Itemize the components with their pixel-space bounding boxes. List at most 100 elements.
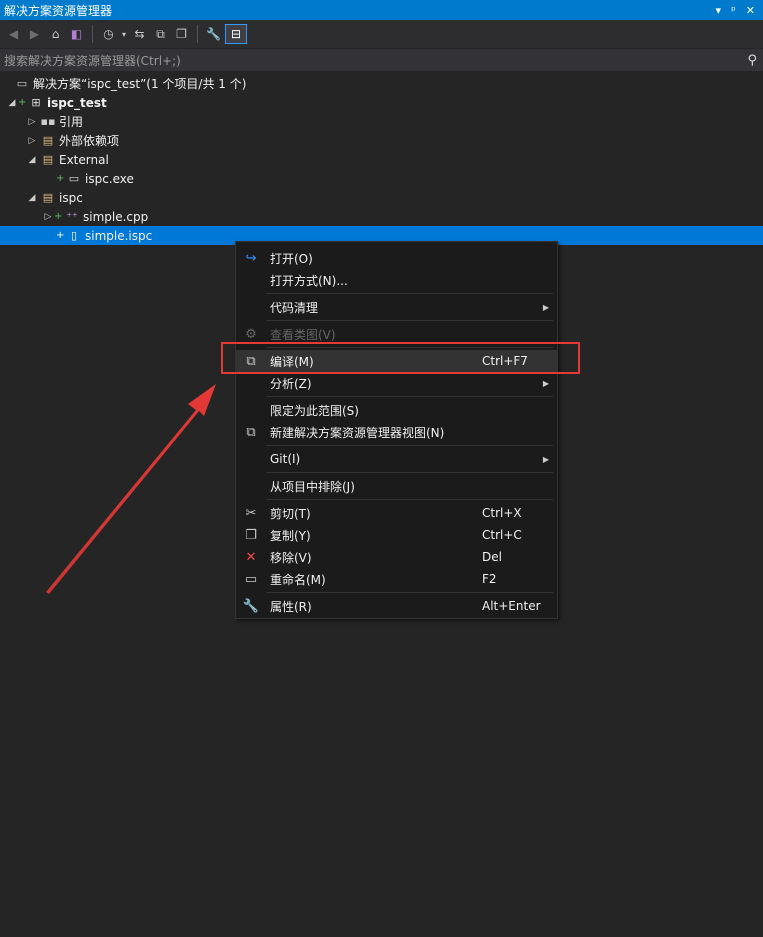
tree-item-label: simple.cpp [83,209,149,224]
remove-x-icon: ✕ [245,549,257,565]
menu-item-label: 打开(O) [270,251,313,266]
rename-icon: ▭ [244,571,258,587]
menu-item-code-cleanup[interactable]: 代码清理 ▶ [236,296,557,318]
wrench-icon: 🔧 [242,598,260,614]
preview-selected-items-icon[interactable]: ⊟ [225,24,247,44]
chevron-down-icon[interactable]: ▾ [120,24,128,44]
file-icon: ▯ [70,229,78,242]
tree-item-label: 外部依赖项 [59,134,120,148]
search-input[interactable]: 搜索解决方案资源管理器(Ctrl+;) [4,52,181,69]
added-status-icon: + [54,211,63,222]
switch-views-icon[interactable]: ◧ [67,24,86,44]
tree-item-solution[interactable]: ▭ 解决方案“ispc_test”(1 个项目/共 1 个) [0,74,763,93]
collapsed-icon[interactable]: ▷ [42,212,54,222]
menu-item-analyze[interactable]: 分析(Z) ▶ [236,372,557,394]
filter-folder-icon: ▤ [42,191,54,204]
properties-wrench-icon[interactable]: 🔧 [204,24,223,44]
menu-item-git[interactable]: Git(I) ▶ [236,448,557,470]
menu-item-label: 从项目中排除(J) [270,479,355,494]
expanded-icon[interactable]: ◢ [26,155,38,165]
pin-icon[interactable]: ᵖ [731,4,736,17]
menu-item-scope-to-this[interactable]: 限定为此范围(S) [236,399,557,421]
menu-separator [266,293,553,294]
dropdown-icon[interactable]: ▾ [716,4,722,17]
menu-item-copy[interactable]: ❐ 复制(Y) Ctrl+C [236,524,557,546]
annotation-highlight-box [221,342,580,374]
tree-item-label: External [59,152,109,167]
expanded-icon[interactable]: ◢ [6,98,18,108]
menu-separator [266,499,553,500]
tree-item-external-deps[interactable]: ▷ ▤ 外部依赖项 [0,131,763,150]
tree-item-ispc-folder[interactable]: ◢ ▤ ispc [0,188,763,207]
expanded-icon[interactable]: ◢ [26,193,38,203]
menu-item-properties[interactable]: 🔧 属性(R) Alt+Enter [236,595,557,617]
refresh-icon[interactable]: ⧉ [151,24,170,44]
solution-tree: ▭ 解决方案“ispc_test”(1 个项目/共 1 个) ◢ + ⊞ isp… [0,74,763,245]
open-arrow-icon: ↪ [245,250,257,266]
solution-icon: ▭ [16,77,28,90]
tree-item-references[interactable]: ▷ ▪▪ 引用 [0,112,763,131]
toolbar-separator [197,25,198,43]
tree-item-external[interactable]: ◢ ▤ External [0,150,763,169]
panel-title: 解决方案资源管理器 [4,3,113,18]
menu-item-shortcut: F2 [482,572,497,586]
project-icon: ⊞ [31,96,41,109]
menu-item-label: 属性(R) [270,599,312,614]
forward-icon[interactable]: ▶ [25,24,44,44]
menu-separator [266,396,553,397]
search-icon[interactable]: ⚲ [747,53,757,68]
menu-item-open-with[interactable]: 打开方式(N)... [236,269,557,291]
menu-item-open[interactable]: ↪ 打开(O) [236,247,557,269]
tree-item-label: 解决方案“ispc_test”(1 个项目/共 1 个) [33,77,247,91]
menu-item-cut[interactable]: ✂ 剪切(T) Ctrl+X [236,502,557,524]
panel-titlebar: 解决方案资源管理器 ▾ ᵖ ✕ [0,0,763,20]
menu-item-label: 限定为此范围(S) [270,403,359,418]
menu-item-label: 复制(Y) [270,528,311,543]
added-status-icon: + [56,230,65,241]
back-icon[interactable]: ◀ [4,24,23,44]
show-all-files-icon[interactable]: ❐ [172,24,191,44]
menu-item-exclude[interactable]: 从项目中排除(J) [236,475,557,497]
submenu-arrow-icon: ▶ [542,378,549,388]
folder-icon: ▤ [42,134,54,147]
menu-item-new-view[interactable]: ⧉ 新建解决方案资源管理器视图(N) [236,421,557,443]
collapsed-icon[interactable]: ▷ [26,136,38,146]
menu-item-label: Git(I) [270,452,301,466]
menu-item-shortcut: Ctrl+C [482,528,522,542]
menu-item-label: 分析(Z) [270,376,312,391]
search-bar[interactable]: 搜索解决方案资源管理器(Ctrl+;) ⚲ [0,49,763,71]
pending-changes-filter-icon[interactable]: ◷ [99,24,118,44]
copy-icon: ❐ [245,527,257,543]
collapsed-icon[interactable]: ▷ [26,117,38,127]
new-view-icon: ⧉ [246,424,256,440]
menu-item-rename[interactable]: ▭ 重命名(M) F2 [236,568,557,590]
menu-separator [266,320,553,321]
class-diagram-icon: ⚙ [245,326,257,342]
tree-item-label: simple.ispc [85,228,153,243]
tree-item-label: ispc.exe [85,171,134,186]
added-status-icon: + [18,97,27,108]
submenu-arrow-icon: ▶ [542,302,549,312]
tree-item-label: 引用 [59,115,84,129]
close-icon[interactable]: ✕ [746,4,755,17]
menu-item-label: 重命名(M) [270,572,326,587]
context-menu: ↪ 打开(O) 打开方式(N)... 代码清理 ▶ ⚙ 查看类图(V) ⧉ 编译… [235,241,558,619]
tree-item-ispc-exe[interactable]: + ▭ ispc.exe [0,169,763,188]
menu-item-shortcut: Del [482,550,502,564]
menu-item-label: 查看类图(V) [270,327,336,342]
submenu-arrow-icon: ▶ [542,454,549,464]
tree-item-simple-cpp[interactable]: ▷ + ⁺⁺ simple.cpp [0,207,763,226]
menu-item-label: 剪切(T) [270,506,311,521]
sync-active-document-icon[interactable]: ⇆ [130,24,149,44]
toolbar-separator [92,25,93,43]
menu-separator [266,592,553,593]
scissors-icon: ✂ [245,505,257,521]
toolbar: ◀ ▶ ⌂ ◧ ◷ ▾ ⇆ ⧉ ❐ 🔧 ⊟ [0,20,763,48]
menu-separator [266,472,553,473]
home-icon[interactable]: ⌂ [46,24,65,44]
filter-folder-icon: ▤ [42,153,54,166]
menu-item-label: 新建解决方案资源管理器视图(N) [270,425,445,440]
tree-item-project[interactable]: ◢ + ⊞ ispc_test [0,93,763,112]
tree-item-label: ispc [59,190,83,205]
menu-item-remove[interactable]: ✕ 移除(V) Del [236,546,557,568]
